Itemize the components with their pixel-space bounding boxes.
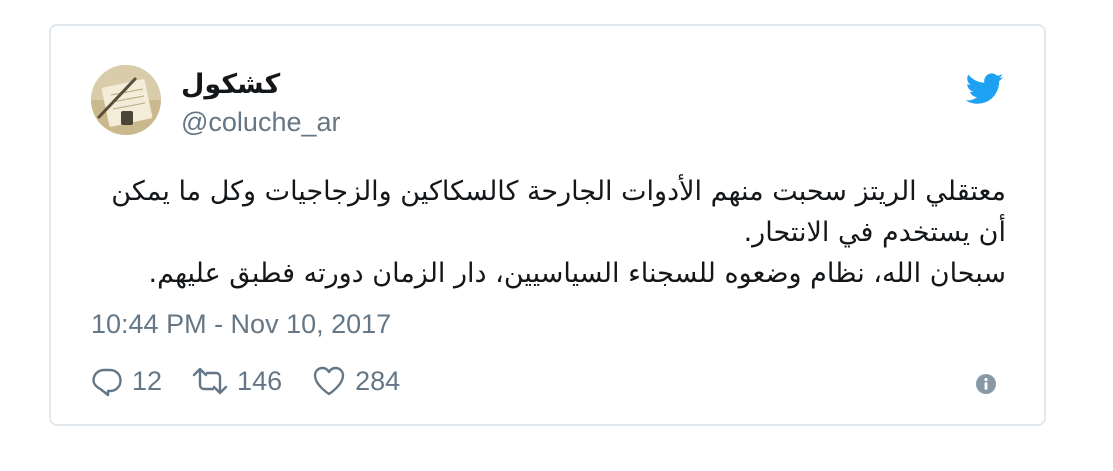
tweet-text-line: سبحان الله، نظام وضعوه للسجناء السياسيين… (148, 258, 1006, 289)
tweet-timestamp[interactable]: 10:44 PM - Nov 10, 2017 (91, 308, 391, 340)
display-name[interactable]: كشكول (181, 70, 280, 100)
twitter-bird-icon[interactable] (965, 73, 1004, 105)
avatar[interactable] (91, 65, 161, 135)
avatar-image (91, 65, 161, 135)
like-count: 284 (355, 366, 401, 396)
embedded-tweet-card: كشكول @coluche_ar معتقلي الريتز سحبت منه… (49, 24, 1046, 426)
like-button[interactable]: 284 (312, 365, 400, 397)
retweet-icon (192, 367, 228, 395)
reply-count: 12 (132, 366, 163, 396)
info-icon[interactable] (976, 374, 996, 394)
heart-icon (313, 366, 345, 396)
tweet-text-line: أن يستخدم في الانتحار. (743, 217, 1006, 248)
retweet-button[interactable]: 146 (192, 365, 282, 397)
user-handle[interactable]: @coluche_ar (181, 106, 341, 138)
tweet-actions: 12 146 284 (91, 364, 430, 398)
tweet-text: معتقلي الريتز سحبت منهم الأدوات الجارحة … (91, 171, 1006, 294)
tweet-text-line: معتقلي الريتز سحبت منهم الأدوات الجارحة … (111, 176, 1006, 207)
reply-icon (92, 368, 122, 397)
reply-button[interactable]: 12 (91, 365, 162, 397)
retweet-count: 146 (237, 366, 283, 396)
